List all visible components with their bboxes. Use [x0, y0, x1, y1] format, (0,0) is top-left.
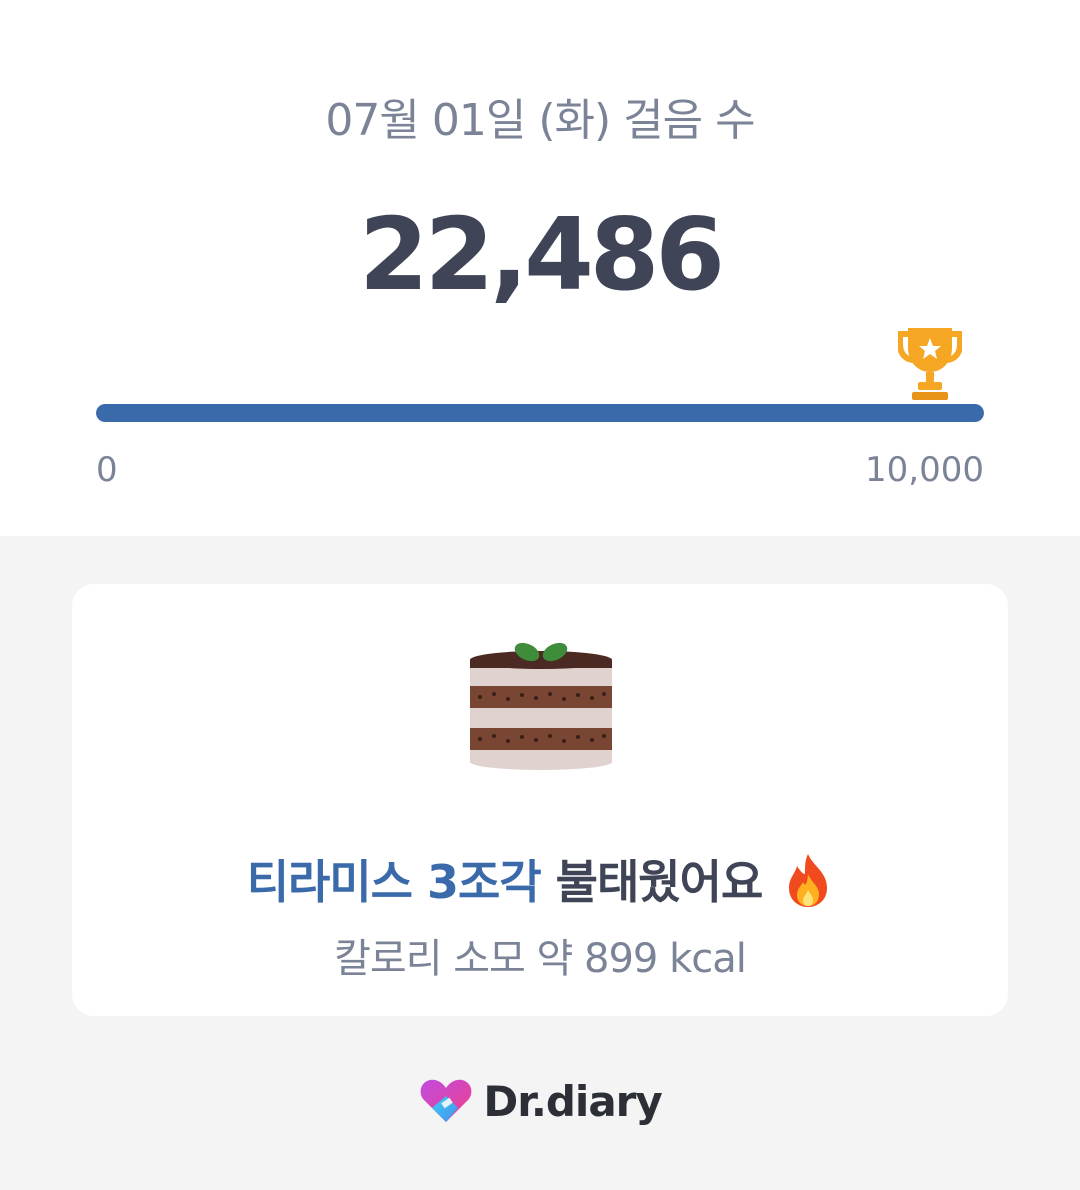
step-count: 22,486 [359, 196, 725, 313]
progress-min-label: 0 [96, 450, 118, 490]
calorie-card: 티라미스 3조각 불태웠어요 칼로리 소모 약 899 kcal [72, 584, 1008, 1016]
calorie-headline: 티라미스 3조각 불태웠어요 [72, 846, 1008, 912]
brand-footer: Dr.diary [0, 1076, 1080, 1126]
calorie-burned-text: 칼로리 소모 약 899 kcal [334, 936, 747, 982]
heart-logo-icon [420, 1079, 472, 1122]
brand-name: Dr.diary [483, 1076, 662, 1126]
fire-icon [789, 854, 828, 907]
progress-goal-label: 10,000 [865, 450, 984, 490]
step-progress-bar [96, 404, 984, 422]
trophy-icon [898, 328, 962, 400]
step-progress-fill [96, 404, 984, 422]
burned-message: 불태웠어요 [540, 855, 764, 909]
date-label: 07월 01일 (화) 걸음 수 [325, 95, 755, 146]
food-amount-highlight: 티라미스 3조각 [246, 855, 542, 909]
tiramisu-cake-icon [470, 642, 612, 770]
step-summary-panel: 07월 01일 (화) 걸음 수 22,486 0 10,000 [0, 0, 1080, 536]
